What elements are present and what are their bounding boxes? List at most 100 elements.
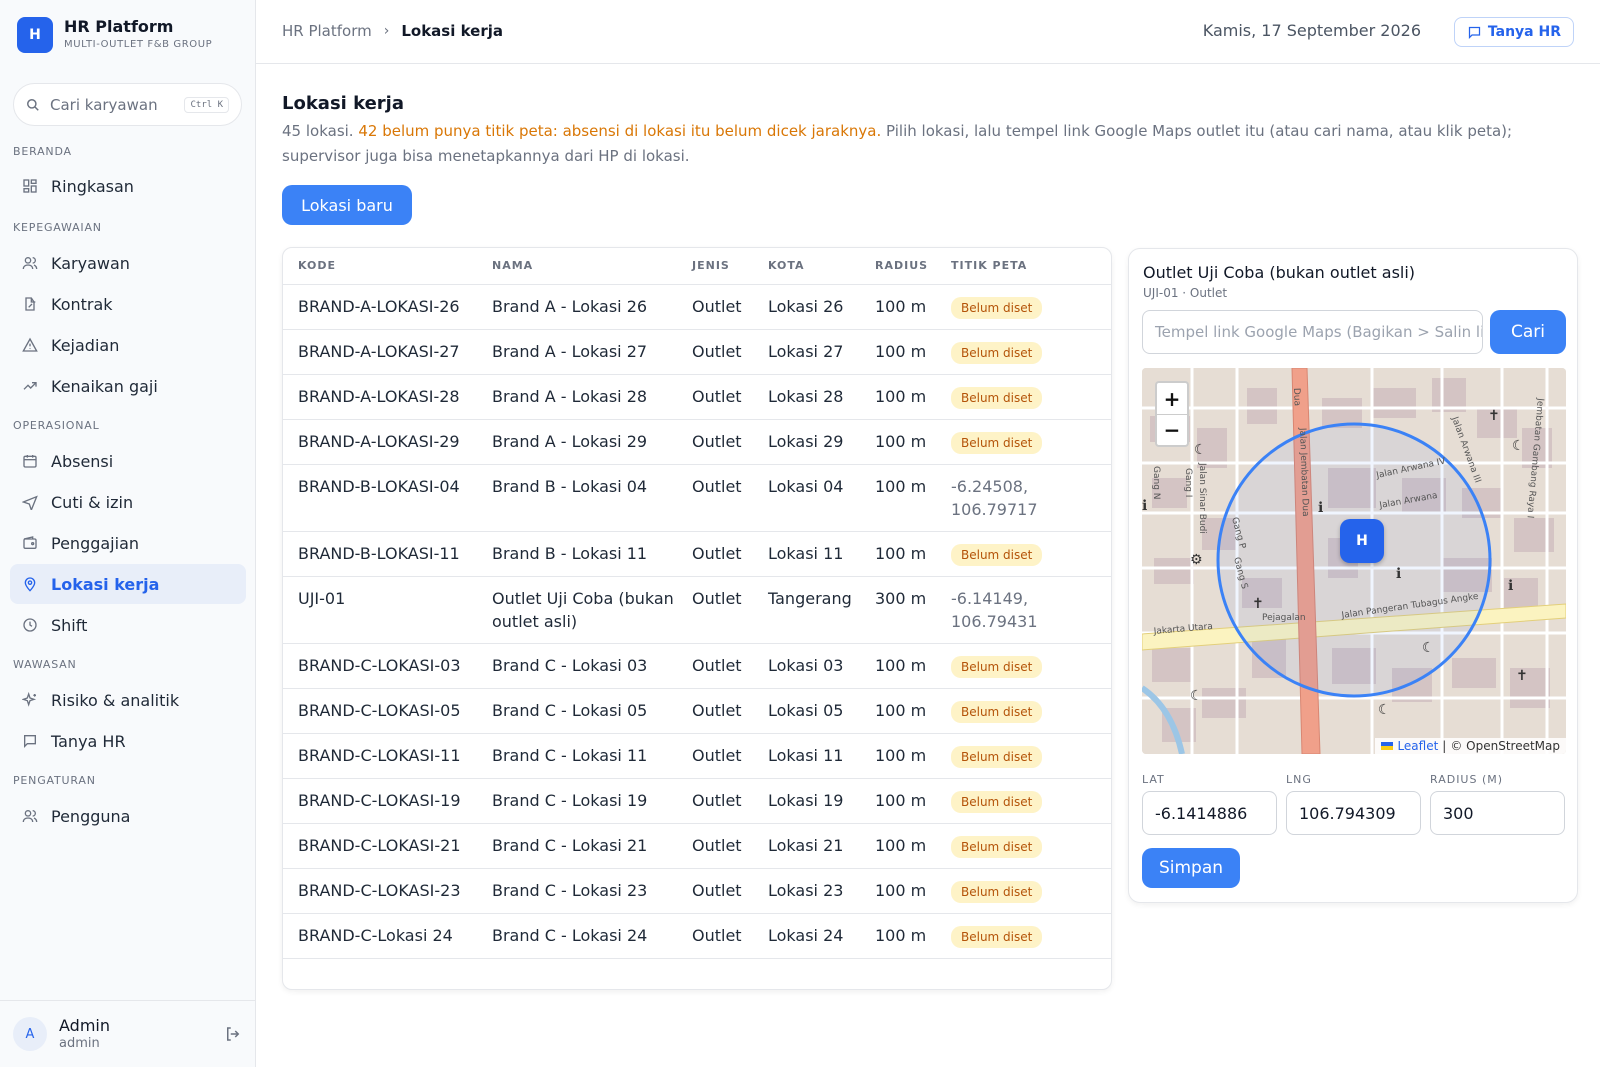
cell-type: Outlet bbox=[677, 419, 753, 465]
attribution-separator: | bbox=[1442, 739, 1447, 753]
nav-section-pengaturan: PENGATURAN bbox=[13, 774, 96, 787]
svg-text:☾: ☾ bbox=[1512, 438, 1525, 454]
sidebar-item-kontrak[interactable]: Kontrak bbox=[10, 284, 246, 324]
status-badge: Belum diset bbox=[951, 296, 1043, 319]
cell-name: Brand B - Lokasi 11 bbox=[477, 531, 677, 577]
brand[interactable]: H HR Platform MULTI-OUTLET F&B GROUP bbox=[17, 17, 212, 53]
wallet-icon bbox=[23, 536, 37, 549]
table-row[interactable]: BRAND-A-LOKASI-26 Brand A - Lokasi 26 Outl… bbox=[283, 284, 1111, 330]
lat-input[interactable]: -6.1414886 bbox=[1142, 791, 1277, 835]
cell-map-point: Belum diset bbox=[936, 823, 1111, 869]
radius-input[interactable]: 300 bbox=[1430, 791, 1565, 835]
sidebar-item-karyawan[interactable]: Karyawan bbox=[10, 243, 246, 283]
cell-code: BRAND-C-LOKASI-23 bbox=[283, 868, 477, 914]
cell-map-point: Belum diset bbox=[936, 643, 1111, 689]
calendar-check-icon bbox=[23, 455, 37, 468]
top-bar: HR Platform › Lokasi kerja Kamis, 17 Sep… bbox=[256, 0, 1600, 64]
search-location-button[interactable]: Cari bbox=[1490, 310, 1566, 354]
missing-point-warning: 42 belum punya titik peta: absensi di lo… bbox=[358, 122, 882, 140]
col-header-kota: KOTA bbox=[753, 248, 860, 285]
location-map[interactable]: Jalan Pangeran Tubagus Angke Jalan Jemba… bbox=[1142, 368, 1566, 754]
cell-city: Lokasi 03 bbox=[753, 643, 860, 689]
lng-input[interactable]: 106.794309 bbox=[1286, 791, 1421, 835]
users-icon bbox=[22, 257, 38, 270]
status-badge: Belum diset bbox=[951, 431, 1043, 454]
sidebar-item-cuti-izin[interactable]: Cuti & izin bbox=[10, 482, 246, 522]
cell-radius: 100 m bbox=[860, 464, 936, 532]
cell-type: Outlet bbox=[677, 576, 753, 644]
table-row[interactable]: BRAND-C-LOKASI-19 Brand C - Lokasi 19 Outl… bbox=[283, 778, 1111, 824]
employee-search[interactable]: Cari karyawan Ctrl K bbox=[13, 83, 242, 126]
cell-code: BRAND-C-LOKASI-03 bbox=[283, 643, 477, 689]
cell-code: BRAND-A-LOKASI-26 bbox=[283, 284, 477, 330]
table-row[interactable]: BRAND-C-Lokasi 24 Brand C - Lokasi 24 Outl… bbox=[283, 913, 1111, 959]
google-maps-link-input[interactable]: Tempel link Google Maps (Bagikan > Salin… bbox=[1142, 310, 1483, 354]
table-row[interactable]: BRAND-C-LOKASI-21 Brand C - Lokasi 21 Outl… bbox=[283, 823, 1111, 869]
table-row[interactable]: BRAND-C-LOKASI-03 Brand C - Lokasi 03 Outl… bbox=[283, 643, 1111, 689]
logout-icon[interactable] bbox=[224, 1025, 242, 1043]
location-marker[interactable]: H bbox=[1340, 519, 1384, 563]
nav-section-beranda: BERANDA bbox=[13, 145, 72, 158]
cell-map-point: Belum diset bbox=[936, 688, 1111, 734]
ask-hr-button[interactable]: Tanya HR bbox=[1453, 17, 1574, 47]
cell-code: BRAND-C-LOKASI-11 bbox=[283, 733, 477, 779]
cell-name: Brand A - Lokasi 26 bbox=[477, 284, 677, 330]
sidebar-item-penggajian[interactable]: Penggajian bbox=[10, 523, 246, 563]
sidebar-item-pengguna[interactable]: Pengguna bbox=[10, 796, 246, 836]
table-row[interactable]: BRAND-B-LOKASI-11 Brand B - Lokasi 11 Outl… bbox=[283, 531, 1111, 577]
cell-name: Brand C - Lokasi 05 bbox=[477, 688, 677, 734]
cell-radius: 100 m bbox=[860, 823, 936, 869]
table-row[interactable]: UJI-01 Outlet Uji Coba (bukan outlet asli… bbox=[283, 576, 1111, 644]
table-row[interactable]: BRAND-A-LOKASI-29 Brand A - Lokasi 29 Outl… bbox=[283, 419, 1111, 465]
sidebar-item-risiko-analitik[interactable]: Risiko & analitik bbox=[10, 680, 246, 720]
nav-section-kepegawaian: KEPEGAWAIAN bbox=[13, 221, 102, 234]
cell-name: Brand A - Lokasi 29 bbox=[477, 419, 677, 465]
cell-type: Outlet bbox=[677, 778, 753, 824]
sidebar-item-label: Ringkasan bbox=[51, 176, 134, 196]
table-row[interactable]: BRAND-B-LOKASI-04 Brand B - Lokasi 04 Outl… bbox=[283, 464, 1111, 532]
cell-map-point: Belum diset bbox=[936, 733, 1111, 779]
cell-name: Brand B - Lokasi 04 bbox=[477, 464, 677, 532]
sidebar-item-lokasi-kerja[interactable]: Lokasi kerja bbox=[10, 564, 246, 604]
cell-name: Brand C - Lokasi 03 bbox=[477, 643, 677, 689]
sidebar-item-label: Pengguna bbox=[51, 806, 131, 826]
status-badge: Belum diset bbox=[951, 835, 1043, 858]
sidebar-item-kenaikan-gaji[interactable]: Kenaikan gaji bbox=[10, 366, 246, 406]
zoom-in-button[interactable]: + bbox=[1157, 383, 1187, 414]
sidebar-item-shift[interactable]: Shift bbox=[10, 605, 246, 645]
osm-attribution[interactable]: © OpenStreetMap bbox=[1450, 739, 1560, 753]
sidebar-item-absensi[interactable]: Absensi bbox=[10, 441, 246, 481]
sidebar-item-kejadian[interactable]: Kejadian bbox=[10, 325, 246, 365]
cell-name: Brand C - Lokasi 11 bbox=[477, 733, 677, 779]
search-placeholder: Cari karyawan bbox=[50, 95, 158, 114]
new-location-button[interactable]: Lokasi baru bbox=[282, 185, 412, 225]
leaflet-link[interactable]: Leaflet bbox=[1397, 739, 1438, 753]
table-row[interactable]: BRAND-C-LOKASI-05 Brand C - Lokasi 05 Outl… bbox=[283, 688, 1111, 734]
table-row[interactable]: BRAND-A-LOKASI-27 Brand A - Lokasi 27 Outl… bbox=[283, 329, 1111, 375]
svg-text:⚙: ⚙ bbox=[1190, 552, 1203, 568]
cell-radius: 100 m bbox=[860, 778, 936, 824]
sidebar-item-tanya-hr[interactable]: Tanya HR bbox=[10, 721, 246, 761]
cell-type: Outlet bbox=[677, 733, 753, 779]
table-row[interactable]: BRAND-C-LOKASI-23 Brand C - Lokasi 23 Outl… bbox=[283, 868, 1111, 914]
message-square-icon bbox=[1468, 26, 1481, 39]
sidebar-item-ringkasan[interactable]: Ringkasan bbox=[10, 166, 246, 206]
breadcrumb-root[interactable]: HR Platform bbox=[282, 22, 372, 40]
sidebar-item-label: Cuti & izin bbox=[51, 492, 134, 512]
breadcrumb-current: Lokasi kerja bbox=[401, 22, 504, 40]
sidebar-item-label: Lokasi kerja bbox=[51, 574, 160, 594]
zoom-out-button[interactable]: − bbox=[1157, 414, 1187, 445]
cell-name: Brand C - Lokasi 23 bbox=[477, 868, 677, 914]
cell-map-point: Belum diset bbox=[936, 868, 1111, 914]
col-header-radius: RADIUS bbox=[860, 248, 936, 285]
status-badge: Belum diset bbox=[951, 745, 1043, 768]
map-zoom-control: + − bbox=[1155, 381, 1189, 447]
table-row[interactable]: BRAND-A-LOKASI-28 Brand A - Lokasi 28 Outl… bbox=[283, 374, 1111, 420]
svg-text:ℹ: ℹ bbox=[1508, 578, 1513, 594]
cell-radius: 100 m bbox=[860, 913, 936, 959]
cell-radius: 100 m bbox=[860, 329, 936, 375]
save-button[interactable]: Simpan bbox=[1142, 848, 1240, 888]
table-row[interactable]: BRAND-C-LOKASI-11 Brand C - Lokasi 11 Outl… bbox=[283, 733, 1111, 779]
plane-icon bbox=[22, 495, 38, 510]
svg-text:ℹ: ℹ bbox=[1142, 498, 1147, 514]
